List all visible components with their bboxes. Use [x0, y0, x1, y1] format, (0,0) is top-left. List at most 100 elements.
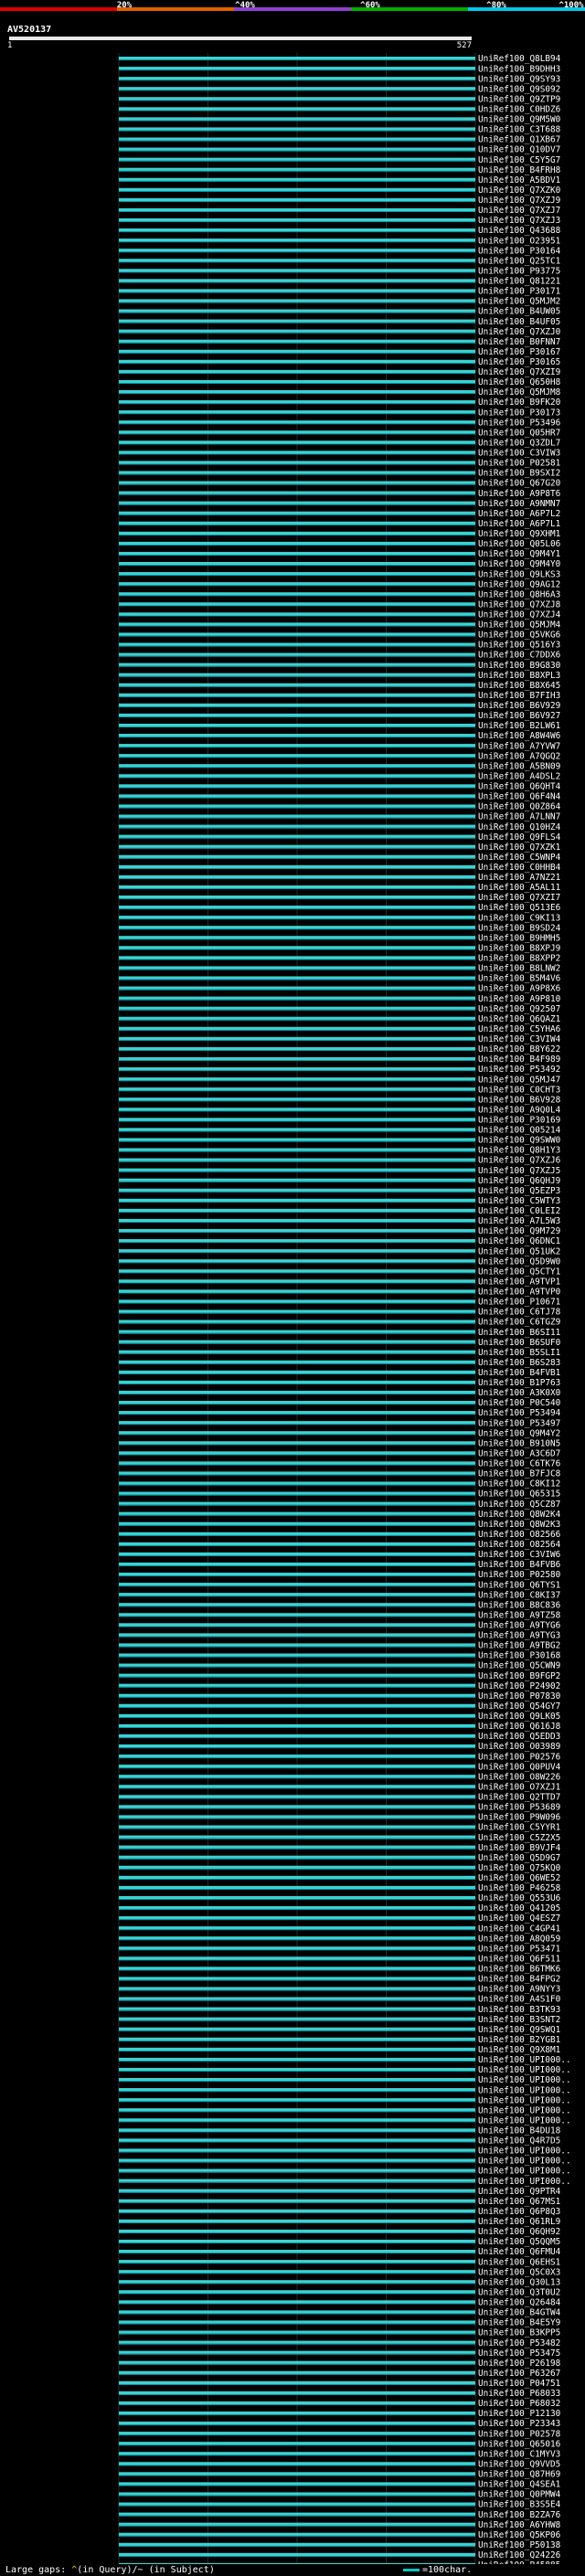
hit-label[interactable]: UniRef100_C0HDZ6	[478, 105, 561, 115]
hit-label[interactable]: UniRef100_UPI000..	[478, 2065, 571, 2075]
hit-label[interactable]: UniRef100_O03989	[478, 1742, 561, 1752]
hit-label[interactable]: UniRef100_Q9SWW0	[478, 1136, 561, 1146]
hit-label[interactable]: UniRef100_B2ZA76	[478, 2510, 561, 2520]
hit-label[interactable]: UniRef100_Q65315	[478, 1489, 560, 1500]
hit-label[interactable]: UniRef100_B3SNT2	[478, 2015, 560, 2025]
hit-label[interactable]: UniRef100_B0FNN7	[478, 337, 560, 347]
hit-label[interactable]: UniRef100_Q5CTY1	[478, 1267, 561, 1277]
hit-label[interactable]: UniRef100_A9TVP0	[478, 1288, 561, 1298]
hit-label[interactable]: UniRef100_Q7XZJ3	[478, 216, 560, 226]
hit-label[interactable]: UniRef100_Q9ZTP9	[478, 94, 561, 104]
hit-label[interactable]: UniRef100_A7NZ21	[478, 873, 561, 883]
hit-label[interactable]: UniRef100_Q9X8M1	[478, 2045, 561, 2055]
hit-label[interactable]: UniRef100_Q6QH92	[478, 2227, 560, 2237]
hit-label[interactable]: UniRef100_C5YHA6	[478, 1024, 561, 1034]
hit-label[interactable]: UniRef100_UPI000..	[478, 2177, 571, 2187]
hit-label[interactable]: UniRef100_B8XPP2	[478, 954, 560, 964]
hit-label[interactable]: UniRef100_Q5VKG6	[478, 631, 561, 641]
hit-label[interactable]: UniRef100_A7L5W3	[478, 1216, 560, 1226]
hit-label[interactable]: UniRef100_Q9M4Y0	[478, 559, 561, 569]
hit-label[interactable]: UniRef100_A6P7L2	[478, 509, 560, 519]
hit-label[interactable]: UniRef100_Q7XZJ4	[478, 610, 561, 620]
hit-label[interactable]: UniRef100_Q5KP06	[478, 2530, 561, 2540]
hit-label[interactable]: UniRef100_P24902	[478, 1681, 560, 1691]
hit-label[interactable]: UniRef100_C3VIW3	[478, 449, 560, 459]
hit-label[interactable]: UniRef100_C5Y5G7	[478, 155, 560, 165]
hit-label[interactable]: UniRef100_B4GTW4	[478, 2308, 561, 2318]
hit-label[interactable]: UniRef100_Q9PTR4	[478, 2187, 561, 2197]
hit-label[interactable]: UniRef100_Q9LKS3	[478, 569, 560, 579]
hit-label[interactable]: UniRef100_P07830	[478, 1691, 561, 1701]
hit-label[interactable]: UniRef100_Q24226	[478, 2550, 561, 2560]
hit-label[interactable]: UniRef100_B8XPL3	[478, 671, 560, 681]
hit-label[interactable]: UniRef100_Q5D9G7	[478, 1853, 560, 1863]
hit-label[interactable]: UniRef100_Q8W2K4	[478, 1510, 561, 1520]
hit-label[interactable]: UniRef100_Q6EHS1	[478, 2257, 561, 2267]
hit-label[interactable]: UniRef100_UPI000..	[478, 2085, 571, 2095]
hit-label[interactable]: UniRef100_P53496	[478, 418, 561, 428]
hit-label[interactable]: UniRef100_Q9M4Y1	[478, 549, 561, 559]
hit-label[interactable]: UniRef100_Q2TTD7	[478, 1793, 560, 1803]
hit-label[interactable]: UniRef100_B9G830	[478, 661, 561, 671]
hit-label[interactable]: UniRef100_Q0PUV4	[478, 1762, 561, 1772]
hit-label[interactable]: UniRef100_B8C836	[478, 1600, 561, 1610]
hit-label[interactable]: UniRef100_UPI000..	[478, 2075, 571, 2085]
hit-label[interactable]: UniRef100_Q4ESZ7	[478, 1913, 560, 1924]
hit-label[interactable]: UniRef100_Q5C0X3	[478, 2267, 560, 2277]
hit-label[interactable]: UniRef100_A9TBG2	[478, 1641, 560, 1651]
hit-label[interactable]: UniRef100_A6P7L1	[478, 519, 561, 529]
hit-label[interactable]: UniRef100_P53471	[478, 1944, 561, 1954]
hit-label[interactable]: UniRef100_Q3T0U2	[478, 2287, 560, 2297]
hit-label[interactable]: UniRef100_B6SI11	[478, 1328, 561, 1338]
hit-label[interactable]: UniRef100_B4FPG2	[478, 1975, 560, 1985]
hit-label[interactable]: UniRef100_B6V929	[478, 701, 561, 711]
hit-label[interactable]: UniRef100_Q8H6A3	[478, 589, 560, 599]
hit-label[interactable]: UniRef100_C6TK76	[478, 1459, 561, 1469]
hit-label[interactable]: UniRef100_B7FJC8	[478, 1469, 561, 1479]
hit-label[interactable]: UniRef100_Q7XZJ7	[478, 206, 560, 216]
hit-label[interactable]: UniRef100_Q54GY7	[478, 1701, 560, 1712]
hit-label[interactable]: UniRef100_A9P8X6	[478, 984, 561, 994]
hit-label[interactable]: UniRef100_UPI000..	[478, 2095, 571, 2105]
hit-label[interactable]: UniRef100_P04751	[478, 2379, 561, 2389]
hit-label[interactable]: UniRef100_Q7XZI9	[478, 367, 561, 377]
hit-label[interactable]: UniRef100_B3S5E4	[478, 2500, 561, 2510]
hit-label[interactable]: UniRef100_Q5EDD3	[478, 1732, 560, 1742]
hit-label[interactable]: UniRef100_A7LNN7	[478, 812, 560, 822]
hit-label[interactable]: UniRef100_P53689	[478, 1803, 561, 1813]
hit-label[interactable]: UniRef100_C3T688	[478, 125, 561, 135]
hit-label[interactable]: UniRef100_UPI000..	[478, 2167, 571, 2177]
hit-label[interactable]: UniRef100_P53475	[478, 2348, 560, 2359]
hit-label[interactable]: UniRef100_C5WNP4	[478, 853, 561, 863]
hit-label[interactable]: UniRef100_Q1XB67	[478, 135, 560, 145]
hit-label[interactable]: UniRef100_Q5EZP3	[478, 1186, 560, 1196]
hit-label[interactable]: UniRef100_UPI000..	[478, 2055, 571, 2065]
hit-label[interactable]: UniRef100_Q05214	[478, 1126, 561, 1136]
hit-label[interactable]: UniRef100_Q25TC1	[478, 256, 561, 266]
hit-label[interactable]: UniRef100_P93775	[478, 266, 560, 276]
hit-label[interactable]: UniRef100_C0LEI2	[478, 1206, 560, 1216]
hit-label[interactable]: UniRef100_P46258	[478, 1883, 561, 1893]
hit-label[interactable]: UniRef100_A9NYY3	[478, 1985, 560, 1995]
hit-label[interactable]: UniRef100_P30165	[478, 357, 560, 367]
hit-label[interactable]: UniRef100_B9FGP2	[478, 1671, 560, 1681]
hit-label[interactable]: UniRef100_A5AL11	[478, 883, 561, 893]
hit-label[interactable]: UniRef100_P63267	[478, 2369, 560, 2379]
hit-label[interactable]: UniRef100_Q7XZJ8	[478, 599, 561, 610]
hit-label[interactable]: UniRef100_Q513E6	[478, 903, 561, 913]
hit-label[interactable]: UniRef100_O23951	[478, 236, 561, 246]
hit-label[interactable]: UniRef100_A9TYG6	[478, 1621, 561, 1631]
hit-label[interactable]: UniRef100_P9W096	[478, 1813, 561, 1823]
hit-label[interactable]: UniRef100_P68033	[478, 2389, 560, 2399]
hit-label[interactable]: UniRef100_Q10HZ4	[478, 822, 561, 832]
hit-label[interactable]: UniRef100_B4UW05	[478, 307, 560, 317]
hit-label[interactable]: UniRef100_Q0PMW4	[478, 2490, 561, 2500]
hit-label[interactable]: UniRef100_UPI000..	[478, 2147, 571, 2157]
hit-label[interactable]: UniRef100_Q6TYS1	[478, 1580, 561, 1590]
hit-label[interactable]: UniRef100_Q9M4Y2	[478, 1428, 560, 1438]
hit-label[interactable]: UniRef100_Q9S092	[478, 84, 560, 94]
hit-label[interactable]: UniRef100_Q9FLS4	[478, 832, 561, 843]
hit-label[interactable]: UniRef100_Q9M5W0	[478, 115, 561, 125]
hit-label[interactable]: UniRef100_C8KI37	[478, 1590, 560, 1600]
hit-label[interactable]: UniRef100_P02578	[478, 2429, 561, 2439]
